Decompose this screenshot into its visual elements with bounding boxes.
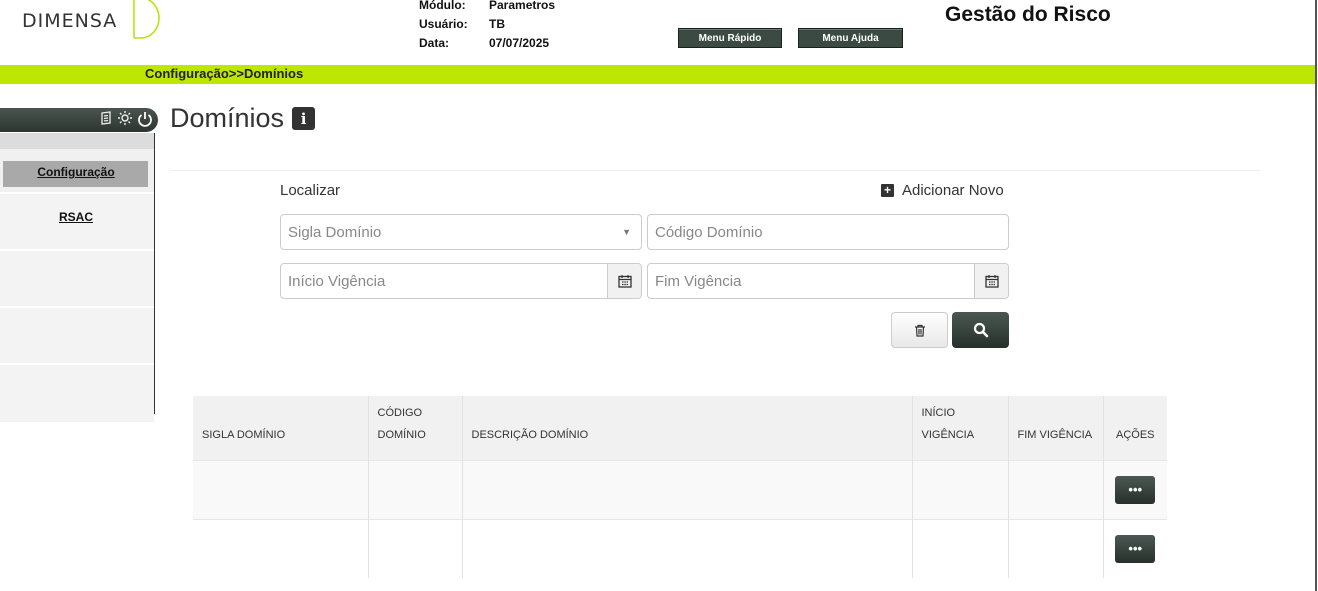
logo-mark-icon <box>133 0 160 39</box>
page-title: Domínios <box>170 103 285 133</box>
app-title: Gestão do Risco <box>945 3 1111 26</box>
column-header[interactable]: FIM VIGÊNCIA <box>1008 396 1104 460</box>
info-icon[interactable]: i <box>292 107 316 130</box>
sidebar-item-empty <box>0 308 154 365</box>
table-row: ••• <box>193 518 1167 578</box>
column-header: AÇÕES <box>1103 396 1167 460</box>
dimensa-logo: DIMENSA <box>22 0 161 40</box>
table-cell <box>368 518 463 578</box>
sidebar-item-configuracao[interactable]: Configuração <box>0 149 154 194</box>
breadcrumb: Configuração>>Domínios <box>145 66 304 81</box>
table-cell <box>368 459 463 519</box>
inicio-vigencia-input[interactable]: Início Vigência <box>280 263 642 299</box>
add-new-button[interactable]: + Adicionar Novo <box>881 182 1004 199</box>
trash-icon <box>914 324 925 337</box>
sidebar-item-empty <box>0 251 154 308</box>
search-button[interactable] <box>952 312 1009 348</box>
column-header[interactable]: DESCRIÇÃO DOMÍNIO <box>462 396 913 460</box>
sidebar-item-label[interactable]: RSAC <box>0 210 152 224</box>
menu-rapido-button[interactable]: Menu Rápido <box>678 28 782 48</box>
table-cell <box>1008 459 1104 519</box>
codigo-dominio-placeholder: Código Domínio <box>655 223 763 241</box>
table-cell <box>912 459 1009 519</box>
table-header-row: SIGLA DOMÍNIO CÓDIGO DOMÍNIO DESCRIÇÃO D… <box>193 396 1167 460</box>
table-row: ••• <box>193 459 1167 519</box>
table-cell <box>912 518 1009 578</box>
column-header[interactable]: CÓDIGO DOMÍNIO <box>368 396 463 460</box>
table-cell <box>462 459 913 519</box>
search-icon <box>973 322 988 338</box>
sidebar-toolbar <box>0 108 158 132</box>
table-cell-actions: ••• <box>1103 459 1167 519</box>
table-cell <box>193 518 369 578</box>
calendar-icon[interactable] <box>974 264 1008 298</box>
column-header[interactable]: INÍCIO VIGÊNCIA <box>912 396 1009 460</box>
info-value-usuario: TB <box>489 16 505 31</box>
dropdown-arrow-icon: ▼ <box>622 227 631 237</box>
sidebar-item-label[interactable]: Configuração <box>0 165 152 179</box>
breadcrumb-bar: Configuração>>Domínios <box>0 65 1315 84</box>
sidebar-item-rsac[interactable]: RSAC <box>0 194 154 251</box>
info-key-data: Data: <box>419 35 450 50</box>
sigla-dominio-placeholder: Sigla Domínio <box>288 223 382 241</box>
row-actions-button[interactable]: ••• <box>1115 534 1156 563</box>
logo-text: DIMENSA <box>22 2 118 34</box>
plus-icon: + <box>881 184 894 197</box>
menu-ajuda-button[interactable]: Menu Ajuda <box>798 28 903 48</box>
sidebar-strip <box>0 133 154 149</box>
clear-button[interactable] <box>891 312 948 348</box>
codigo-dominio-input[interactable]: Código Domínio <box>647 214 1009 250</box>
notes-icon[interactable] <box>98 110 114 126</box>
calendar-icon[interactable] <box>607 264 641 298</box>
power-icon[interactable] <box>136 110 154 128</box>
info-value-data: 07/07/2025 <box>489 35 550 50</box>
divider <box>170 170 1260 171</box>
search-section-label: Localizar <box>280 182 341 199</box>
info-key-usuario: Usuário: <box>419 16 468 31</box>
table-cell <box>193 459 369 519</box>
sidebar: Configuração RSAC <box>0 133 155 422</box>
window-edge <box>1315 0 1317 591</box>
page-title-wrap: Domínios i <box>170 103 316 134</box>
fim-vigencia-input[interactable]: Fim Vigência <box>647 263 1009 299</box>
results-table: SIGLA DOMÍNIO CÓDIGO DOMÍNIO DESCRIÇÃO D… <box>193 396 1167 578</box>
row-actions-button[interactable]: ••• <box>1115 475 1156 504</box>
add-new-label: Adicionar Novo <box>902 182 1004 199</box>
column-header[interactable]: SIGLA DOMÍNIO <box>193 396 369 460</box>
info-value-modulo: Parametros <box>489 0 556 12</box>
session-info: Módulo: Parametros Usuário: TB Data: 07/07/… <box>419 0 555 52</box>
sidebar-item-empty <box>0 365 154 422</box>
sigla-dominio-select[interactable]: Sigla Domínio ▼ <box>280 214 642 250</box>
table-cell-actions: ••• <box>1103 518 1167 578</box>
gear-icon[interactable] <box>117 110 133 126</box>
table-cell <box>1008 518 1104 578</box>
table-cell <box>462 518 913 578</box>
inicio-vigencia-placeholder: Início Vigência <box>288 272 386 290</box>
fim-vigencia-placeholder: Fim Vigência <box>655 272 742 290</box>
info-key-modulo: Módulo: <box>419 0 466 12</box>
